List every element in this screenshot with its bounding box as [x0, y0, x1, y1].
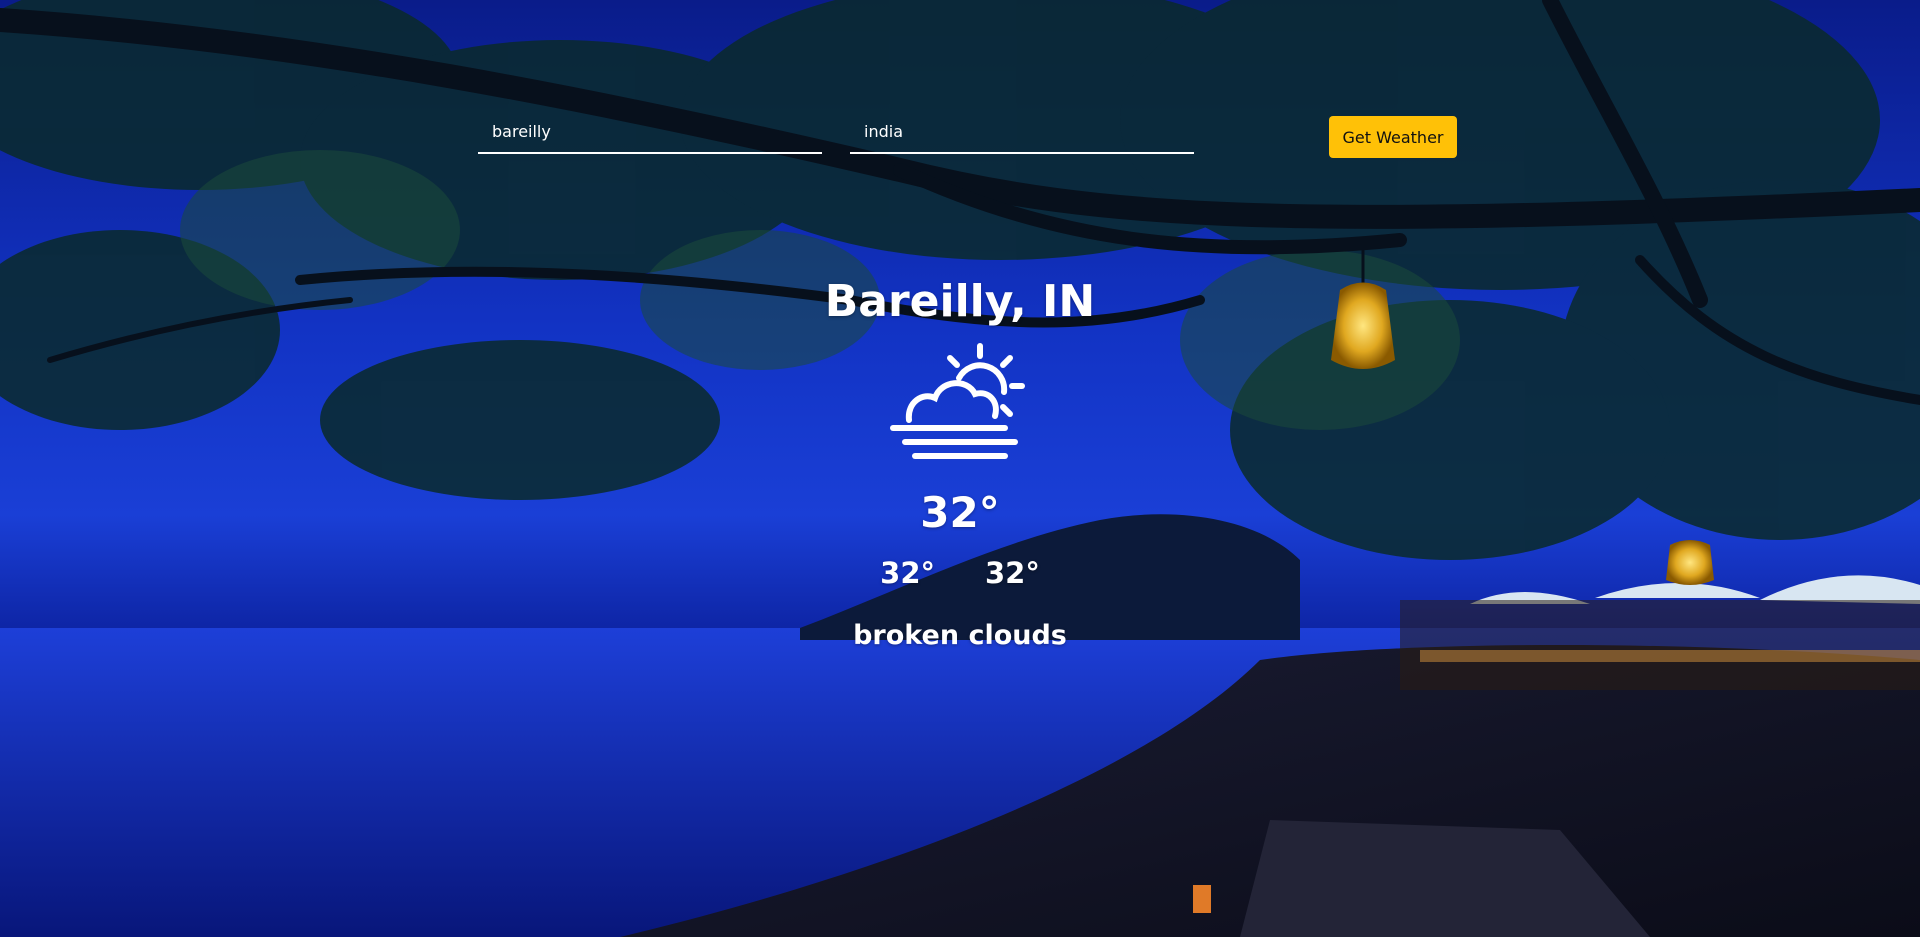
country-input[interactable]	[850, 112, 1194, 150]
get-weather-button[interactable]: Get Weather	[1329, 116, 1457, 158]
weather-display: Bareilly, IN 32° 32° 32° broken clouds	[760, 268, 1160, 654]
search-form: Get Weather	[478, 112, 1458, 162]
country-field	[850, 112, 1194, 154]
max-temperature: 32°	[985, 556, 1040, 590]
min-max-temperatures: 32° 32°	[760, 556, 1160, 596]
partly-cloudy-icon	[890, 343, 1025, 459]
min-temperature: 32°	[880, 556, 935, 590]
city-input[interactable]	[478, 112, 822, 150]
weather-description: broken clouds	[853, 620, 1067, 651]
location-title: Bareilly, IN	[824, 276, 1096, 327]
app-root: Get Weather Bareilly, IN 32°	[0, 0, 1920, 937]
current-temperature: 32°	[920, 488, 1000, 537]
city-field	[478, 112, 822, 154]
